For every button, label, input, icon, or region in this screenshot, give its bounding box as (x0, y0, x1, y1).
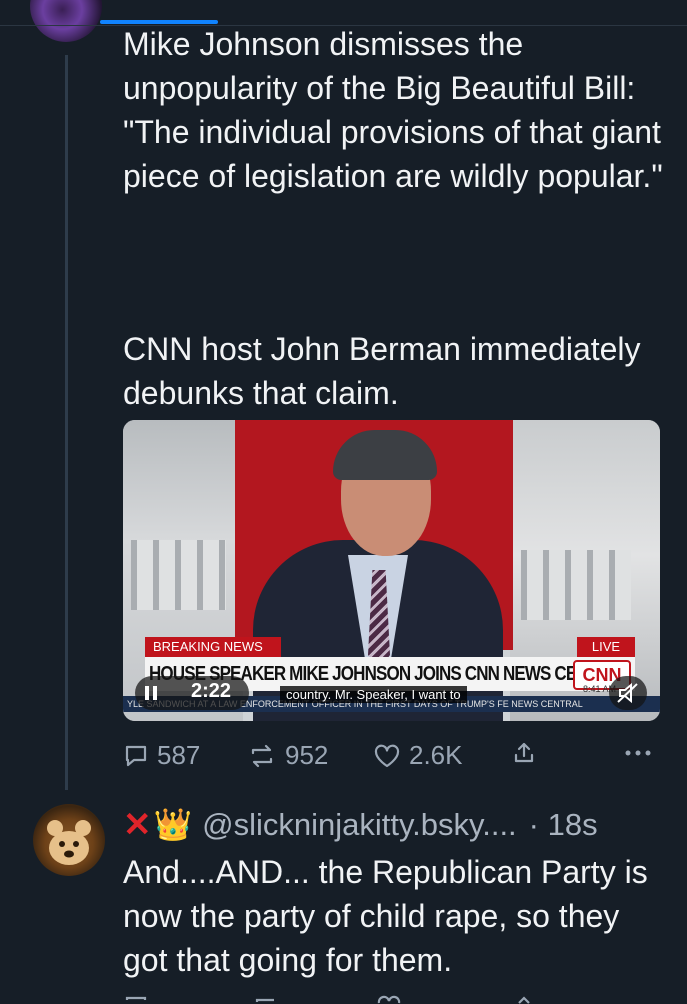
heart-icon[interactable] (375, 994, 403, 1004)
repost-icon[interactable] (251, 994, 281, 1004)
post-text-paragraph-1: Mike Johnson dismisses the unpopularity … (123, 26, 670, 194)
repost-icon (251, 744, 273, 767)
capitol-columns-right (521, 550, 631, 620)
share-button[interactable] (511, 740, 537, 766)
live-badge: LIVE (577, 637, 635, 657)
share-icon[interactable] (511, 994, 537, 1004)
post-text-paragraph-2: CNN host John Berman immediately debunks… (123, 331, 650, 411)
repost-button[interactable]: 952 (247, 740, 328, 771)
mute-button[interactable] (609, 676, 647, 710)
thread-connector-line (65, 55, 68, 790)
share-icon (514, 742, 534, 763)
muted-speaker-icon (617, 682, 638, 704)
reply-button[interactable]: 587 (123, 740, 200, 771)
reply-handle[interactable]: @slickninjakitty.bsky.... (202, 803, 517, 847)
repost-count: 952 (285, 740, 329, 770)
reply-header: ✕ 👑 @slickninjakitty.bsky.... · 18s (123, 803, 668, 847)
pause-icon[interactable] (145, 686, 159, 700)
cat-avatar-icon (47, 820, 91, 865)
video-player[interactable]: BREAKING NEWS LIVE HOUSE SPEAKER MIKE JO… (123, 420, 660, 721)
reply-timestamp[interactable]: · 18s (529, 803, 598, 847)
reply-icon (125, 745, 147, 766)
video-caption: country. Mr. Speaker, I want to (280, 686, 467, 703)
like-button[interactable]: 2.6K (373, 740, 463, 771)
video-duration: 2:22 (191, 680, 232, 702)
reply-count: 587 (157, 740, 201, 770)
red-cross-emoji: ✕ (123, 806, 152, 844)
reply-author-avatar[interactable] (33, 804, 105, 876)
breaking-news-label: BREAKING NEWS (145, 637, 281, 657)
post-action-bar: 587 952 2.6K (123, 740, 663, 780)
like-count: 2.6K (409, 740, 463, 770)
reply-action-bar (123, 990, 663, 1004)
reply-text: And....AND... the Republican Party is no… (123, 854, 648, 978)
reply-icon[interactable] (123, 994, 149, 1004)
ellipsis-icon (625, 750, 651, 756)
author-avatar[interactable] (30, 0, 102, 42)
crown-emoji: 👑 (153, 807, 193, 842)
heart-icon (374, 744, 400, 767)
more-options-button[interactable] (623, 740, 653, 766)
capitol-columns-left (131, 540, 226, 610)
